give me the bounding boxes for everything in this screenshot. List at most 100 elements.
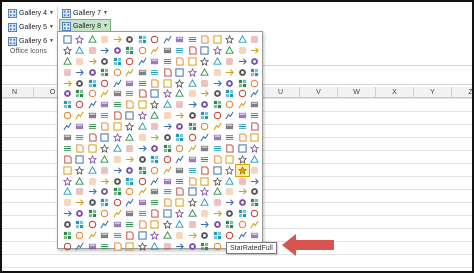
gallery-item-icon[interactable] bbox=[186, 197, 199, 208]
gallery-item-icon[interactable] bbox=[111, 165, 124, 176]
gallery-item-icon[interactable] bbox=[249, 132, 262, 143]
gallery-item-icon[interactable] bbox=[199, 176, 212, 187]
gallery-item-icon[interactable] bbox=[86, 45, 99, 56]
gallery-item-icon[interactable] bbox=[74, 45, 87, 56]
gallery-item-icon[interactable] bbox=[61, 186, 74, 197]
gallery-item-icon[interactable] bbox=[111, 99, 124, 110]
gallery-item-icon[interactable] bbox=[224, 45, 237, 56]
gallery-item-icon[interactable] bbox=[136, 88, 149, 99]
gallery-item-icon[interactable] bbox=[86, 186, 99, 197]
gallery-item-icon[interactable] bbox=[124, 186, 137, 197]
gallery-item-icon[interactable] bbox=[199, 230, 212, 241]
gallery-item-icon[interactable] bbox=[74, 197, 87, 208]
gallery-item-icon[interactable] bbox=[61, 34, 74, 45]
gallery-item-icon[interactable] bbox=[61, 88, 74, 99]
gallery-item-icon[interactable] bbox=[99, 34, 112, 45]
gallery-item-icon[interactable] bbox=[211, 197, 224, 208]
gallery-item-icon[interactable] bbox=[161, 197, 174, 208]
gallery-item-icon[interactable] bbox=[186, 99, 199, 110]
gallery-item-icon[interactable] bbox=[161, 154, 174, 165]
gallery-item-icon[interactable] bbox=[124, 34, 137, 45]
gallery-item-icon[interactable] bbox=[174, 143, 187, 154]
gallery-item-icon[interactable] bbox=[99, 67, 112, 78]
gallery-item-icon[interactable] bbox=[74, 121, 87, 132]
column-header[interactable]: W bbox=[338, 87, 376, 98]
gallery-item-icon[interactable] bbox=[224, 99, 237, 110]
gallery-item-icon[interactable] bbox=[61, 143, 74, 154]
gallery-item-icon[interactable] bbox=[149, 88, 162, 99]
gallery-item-icon[interactable] bbox=[186, 78, 199, 89]
gallery-item-icon[interactable] bbox=[186, 110, 199, 121]
column-header[interactable]: Z bbox=[452, 87, 472, 98]
gallery-item-icon[interactable] bbox=[74, 230, 87, 241]
gallery-item-icon[interactable] bbox=[61, 67, 74, 78]
gallery-item-icon[interactable] bbox=[61, 78, 74, 89]
gallery-item-icon[interactable] bbox=[136, 121, 149, 132]
gallery-item-icon[interactable] bbox=[236, 45, 249, 56]
gallery-item-icon[interactable] bbox=[224, 197, 237, 208]
gallery-item-icon[interactable] bbox=[149, 78, 162, 89]
gallery-item-icon[interactable] bbox=[111, 176, 124, 187]
gallery-item-icon[interactable] bbox=[236, 88, 249, 99]
gallery-item-icon[interactable] bbox=[99, 132, 112, 143]
gallery-item-icon[interactable] bbox=[111, 56, 124, 67]
gallery-item-icon[interactable] bbox=[186, 121, 199, 132]
gallery-item-icon[interactable] bbox=[249, 154, 262, 165]
gallery-item-icon[interactable] bbox=[99, 186, 112, 197]
gallery-item-icon[interactable] bbox=[86, 230, 99, 241]
gallery-item-icon[interactable] bbox=[124, 121, 137, 132]
gallery-item-icon[interactable] bbox=[86, 88, 99, 99]
gallery-item-icon[interactable] bbox=[149, 165, 162, 176]
gallery-item-icon[interactable] bbox=[74, 34, 87, 45]
gallery-item-icon[interactable] bbox=[86, 121, 99, 132]
gallery-item-icon[interactable] bbox=[136, 208, 149, 219]
gallery-item-icon[interactable] bbox=[161, 230, 174, 241]
gallery-item-icon[interactable] bbox=[149, 143, 162, 154]
gallery-item-icon[interactable] bbox=[249, 99, 262, 110]
gallery-item-icon[interactable] bbox=[86, 154, 99, 165]
gallery-item-icon[interactable] bbox=[224, 186, 237, 197]
gallery-item-icon[interactable] bbox=[161, 208, 174, 219]
gallery-item-icon[interactable] bbox=[249, 165, 262, 176]
gallery-item-icon[interactable] bbox=[149, 176, 162, 187]
gallery-item-icon[interactable] bbox=[149, 67, 162, 78]
gallery-item-icon[interactable] bbox=[211, 186, 224, 197]
gallery-item-icon[interactable] bbox=[224, 165, 237, 176]
gallery-item-icon[interactable] bbox=[161, 219, 174, 230]
gallery-item-icon[interactable] bbox=[124, 88, 137, 99]
gallery-item-icon[interactable] bbox=[74, 143, 87, 154]
gallery-item-icon[interactable] bbox=[86, 176, 99, 187]
gallery-item-icon[interactable] bbox=[111, 88, 124, 99]
gallery-item-icon[interactable] bbox=[111, 67, 124, 78]
gallery-item-icon[interactable] bbox=[136, 67, 149, 78]
gallery-item-icon[interactable] bbox=[224, 121, 237, 132]
gallery-item-icon[interactable] bbox=[61, 208, 74, 219]
gallery-item-icon[interactable] bbox=[99, 219, 112, 230]
gallery-item-icon[interactable] bbox=[211, 143, 224, 154]
gallery-item-icon[interactable] bbox=[161, 132, 174, 143]
gallery-item-icon[interactable] bbox=[249, 230, 262, 241]
gallery-item-icon[interactable] bbox=[186, 56, 199, 67]
gallery-item-icon[interactable] bbox=[86, 165, 99, 176]
gallery-item-icon[interactable] bbox=[224, 110, 237, 121]
star-rated-full-icon[interactable] bbox=[235, 163, 250, 177]
gallery-item-icon[interactable] bbox=[111, 143, 124, 154]
gallery-item-icon[interactable] bbox=[61, 45, 74, 56]
gallery-item-icon[interactable] bbox=[74, 67, 87, 78]
gallery-item-icon[interactable] bbox=[99, 165, 112, 176]
gallery-item-icon[interactable] bbox=[211, 132, 224, 143]
gallery-item-icon[interactable] bbox=[86, 34, 99, 45]
gallery-item-icon[interactable] bbox=[174, 110, 187, 121]
gallery-item-icon[interactable] bbox=[124, 219, 137, 230]
gallery-item-icon[interactable] bbox=[149, 154, 162, 165]
gallery-item-icon[interactable] bbox=[249, 219, 262, 230]
gallery-item-icon[interactable] bbox=[236, 56, 249, 67]
gallery-item-icon[interactable] bbox=[136, 241, 149, 252]
gallery-item-icon[interactable] bbox=[111, 132, 124, 143]
gallery-item-icon[interactable] bbox=[149, 121, 162, 132]
gallery-item-icon[interactable] bbox=[211, 230, 224, 241]
gallery-item-icon[interactable] bbox=[161, 165, 174, 176]
gallery-item-icon[interactable] bbox=[174, 208, 187, 219]
gallery-item-icon[interactable] bbox=[99, 45, 112, 56]
gallery-item-icon[interactable] bbox=[136, 56, 149, 67]
